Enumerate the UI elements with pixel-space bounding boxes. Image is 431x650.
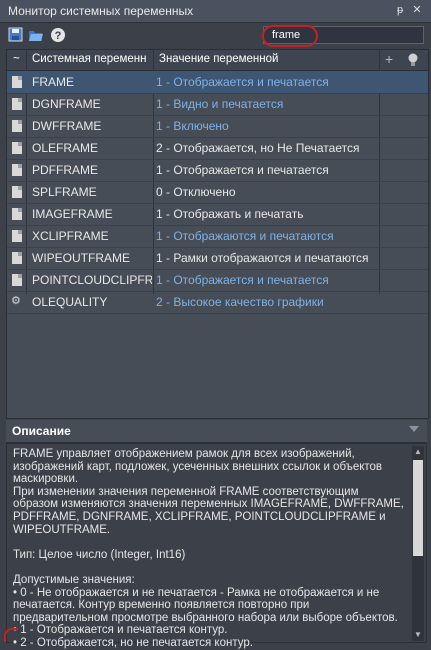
variable-name: DWFFRAME [32,119,102,133]
description-title: Описание [12,424,71,438]
document-icon [12,186,22,198]
save-icon[interactable] [8,27,24,43]
table-row[interactable]: DWFFRAME 1 - Включено [7,115,428,137]
description-scrollbar[interactable]: ▲ ▼ [412,446,424,641]
close-icon[interactable]: ✕ [410,3,424,17]
variable-name: OLEFRAME [32,141,99,155]
variable-name: WIPEOUTFRAME [32,251,130,265]
variable-value: 1 - Отображать и печатать [156,207,304,221]
variable-name: POINTCLOUDCLIPFRAME [32,273,152,287]
grid-header: ~ Системная переменн Значение переменной… [7,50,428,71]
document-icon [12,120,22,132]
document-icon [12,252,22,264]
document-icon [12,98,22,110]
window-title: Монитор системных переменных [8,4,194,18]
column-header-variable[interactable]: Системная переменн [32,53,147,65]
description-header[interactable]: Описание [6,420,427,443]
pin-icon[interactable]: ᵽ [393,3,407,17]
gear-icon: ⚙ [11,295,21,307]
document-icon [12,76,22,88]
highlight-mark [4,628,18,642]
variable-name: XCLIPFRAME [32,229,109,243]
variable-value: 1 - Рамки отображаются и печатаются [156,251,369,265]
description-panel: FRAME управляет отображением рамок для в… [6,443,427,649]
variable-value: 1 - Отображается и печатается [156,75,329,89]
search-input[interactable] [263,26,424,44]
table-row[interactable]: POINTCLOUDCLIPFRAME 1 - Отображается и пе… [7,269,428,291]
document-icon [12,142,22,154]
column-header-icon[interactable]: ~ [13,53,20,65]
table-row[interactable]: IMAGEFRAME 1 - Отображать и печатать [7,203,428,225]
table-row[interactable]: ⚙ OLEQUALITY 2 - Высокое качество графики [7,291,428,313]
table-row[interactable]: FRAME 1 - Отображается и печатается [7,71,428,93]
table-row[interactable]: DGNFRAME 1 - Видно и печатается [7,93,428,115]
document-icon [12,274,22,286]
window-titlebar[interactable]: Монитор системных переменных ᵽ ✕ [0,0,431,23]
variable-name: SPLFRAME [32,185,97,199]
table-row[interactable]: XCLIPFRAME 1 - Отображаются и печатаются [7,225,428,247]
variable-value: 1 - Отображаются и печатаются [156,229,334,243]
document-icon [12,208,22,220]
variable-value: 2 - Высокое качество графики [156,295,324,309]
document-icon [12,230,22,242]
lightbulb-icon[interactable] [407,52,419,68]
variables-grid: ~ Системная переменн Значение переменной… [6,49,429,419]
table-row[interactable]: PDFFRAME 1 - Отображается и печатается [7,159,428,181]
scrollbar-thumb[interactable] [413,460,423,556]
document-icon [12,164,22,176]
variable-value: 1 - Отображается и печатается [156,273,329,287]
open-folder-icon[interactable] [28,27,44,43]
variable-name: OLEQUALITY [32,295,108,309]
variable-value: 2 - Отображается, но Не Печатается [156,141,360,155]
variable-value: 1 - Отображается и печатается [156,163,329,177]
variable-value: 1 - Включено [156,119,229,133]
table-row[interactable]: OLEFRAME 2 - Отображается, но Не Печатает… [7,137,428,159]
variable-value: 1 - Видно и печатается [156,97,284,111]
table-row[interactable]: SPLFRAME 0 - Отключено [7,181,428,203]
help-icon[interactable]: ? [50,27,66,43]
table-row[interactable]: WIPEOUTFRAME 1 - Рамки отображаются и печ… [7,247,428,269]
scroll-down-icon[interactable]: ▼ [413,630,423,640]
svg-text:?: ? [55,30,62,42]
variable-name: IMAGEFRAME [32,207,113,221]
scroll-up-icon[interactable]: ▲ [413,447,423,457]
add-variable-button[interactable]: + [385,51,393,67]
variable-value: 0 - Отключено [156,185,236,199]
variable-name: FRAME [32,75,74,89]
variable-name: DGNFRAME [32,97,101,111]
collapse-chevron-icon[interactable] [409,426,419,432]
column-header-value[interactable]: Значение переменной [159,53,278,65]
description-text: FRAME управляет отображением рамок для в… [13,448,404,649]
variable-name: PDFFRAME [32,163,98,177]
